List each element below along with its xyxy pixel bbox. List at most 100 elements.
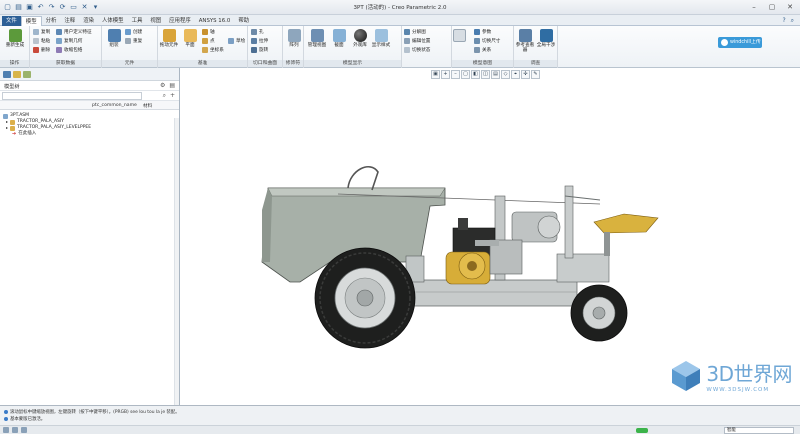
copy-button[interactable]: 复制 [33, 29, 50, 35]
global-interference-button[interactable]: 全局干涉 [535, 29, 557, 48]
column-header-material[interactable]: 材料 [143, 103, 152, 109]
axis-button[interactable]: 轴 [202, 29, 215, 35]
hole-button[interactable]: 孔 [251, 29, 264, 35]
tab-view[interactable]: 视图 [146, 16, 165, 26]
chassis-frame [411, 279, 578, 307]
tab-model[interactable]: 模型 [20, 16, 42, 26]
plane-button[interactable]: 平面 [179, 29, 201, 48]
cloud-upload-button[interactable]: windchill上传 [718, 37, 762, 48]
navigator-toggle-icon[interactable] [3, 427, 9, 433]
graphics-window[interactable]: ▣ + – ▢ ◧ ◫ ▤ ◇ ⌖ ✣ ✎ 3D世界网 WWW.3DSJW.CO… [181, 68, 800, 405]
sketch-button[interactable]: 草绘 [228, 38, 245, 44]
help-tools: ? ⌕ [782, 17, 794, 25]
tree-show-icon[interactable]: ▤ [169, 82, 175, 89]
copy-geometry-button[interactable]: 复制几何 [56, 38, 82, 44]
params-button[interactable]: 参数 [474, 29, 491, 35]
message-text: 滚动鼠标中键缩放视图，左键旋转（按下中键平移）。(PRGB) see lou t… [10, 410, 180, 415]
column-header-name[interactable]: ptc_common_name [92, 103, 137, 108]
binoculars-icon[interactable]: ⌕ [163, 92, 166, 100]
window-title: 3PT (活动的) - Creo Parametric 2.0 [353, 5, 447, 11]
front-hub [592, 306, 606, 320]
tab-ansys[interactable]: ANSYS 16.0 [195, 16, 235, 26]
group-label-operations: 操作 [0, 60, 29, 67]
ref-viewer-icon [518, 29, 532, 42]
tab-help[interactable]: 帮助 [234, 16, 253, 26]
revolve-button[interactable]: 旋转 [251, 47, 268, 53]
delete-button[interactable]: 删除 [33, 47, 50, 53]
tab-analysis[interactable]: 分析 [42, 16, 61, 26]
add-column-icon[interactable]: + [170, 92, 175, 100]
point-button[interactable]: 点 [202, 38, 215, 44]
repeat-button[interactable]: 重复 [125, 38, 142, 44]
tractor-model[interactable] [181, 68, 800, 405]
tree-search-input[interactable] [2, 92, 142, 100]
tab-applications[interactable]: 应用程序 [165, 16, 195, 26]
manage-views-button[interactable]: 管理视图 [306, 29, 328, 48]
regenerate-label: 重新生成 [5, 43, 25, 48]
extrude-button[interactable]: 拉伸 [251, 38, 268, 44]
explode-label: 分解图 [412, 30, 426, 35]
switch-dims-button[interactable]: 切换尺寸 [474, 38, 500, 44]
model-tree-tab-icon[interactable] [3, 71, 11, 78]
section-button[interactable]: 截面 [328, 29, 350, 48]
tree-tools: ⚙ ▤ [160, 82, 175, 89]
shrinkwrap-button[interactable]: 收缩包络 [56, 47, 82, 53]
relations-icon [474, 47, 480, 53]
selection-filter-dropdown[interactable]: 智能 [724, 427, 794, 434]
close-icon[interactable]: ✕ [784, 2, 796, 12]
toggle-status-icon [404, 47, 410, 53]
tab-render[interactable]: 渲染 [79, 16, 98, 26]
coord-button[interactable]: 坐标系 [202, 47, 224, 53]
folder-browser-icon[interactable] [13, 71, 21, 78]
group-explode: 分解图 编辑位置 切换状态 [402, 26, 452, 68]
tree-scrollbar[interactable] [174, 118, 179, 405]
ref-viewer-button[interactable]: 参考查看器 [514, 29, 536, 53]
group-model-intent: 参数 切换尺寸 关系 模型意图 [452, 26, 514, 68]
favorites-icon[interactable] [23, 71, 31, 78]
fullscreen-icon[interactable] [21, 427, 27, 433]
expand-icon[interactable]: ▸ [6, 125, 8, 131]
display-style-button[interactable]: 显示样式 [370, 29, 392, 48]
toggle-status-label: 切换状态 [412, 48, 431, 53]
browser-toggle-icon[interactable] [12, 427, 18, 433]
relations-button[interactable]: 关系 [474, 47, 491, 53]
engine-cover [458, 218, 468, 230]
drag-icon [162, 29, 176, 42]
tab-annotate[interactable]: 注释 [60, 16, 79, 26]
tree-item-insert-here[interactable]: ➔ 在此插入 [0, 131, 179, 137]
create-button[interactable]: 创建 [125, 29, 142, 35]
copy-geometry-label: 复制几何 [64, 39, 83, 44]
search-icons: ⌕ + [163, 92, 175, 100]
create-label: 创建 [133, 30, 143, 35]
user-feature-button[interactable]: 用户定义特征 [56, 29, 92, 35]
maximize-icon[interactable]: ▢ [766, 2, 778, 12]
drag-component-button[interactable]: 拖动元件 [158, 29, 180, 48]
appearance-button[interactable]: 外观库 [349, 29, 371, 48]
tab-file[interactable]: 文件 [2, 16, 21, 26]
coord-label: 坐标系 [210, 48, 224, 53]
toggle-status-button[interactable]: 切换状态 [404, 47, 430, 53]
seat-post [604, 232, 610, 256]
assemble-button[interactable]: 组装 [103, 29, 125, 48]
minimize-icon[interactable]: – [748, 2, 760, 12]
relations-big-button[interactable] [448, 29, 470, 43]
watermark-text: 3D世界网 WWW.3DSJW.COM [706, 358, 792, 393]
help-icon[interactable]: ? [782, 17, 785, 25]
manage-views-label: 管理视图 [307, 43, 327, 48]
assembly-icon [3, 113, 8, 119]
tab-manikin[interactable]: 人体模型 [98, 16, 128, 26]
create-icon [125, 29, 131, 35]
explode-button[interactable]: 分解图 [404, 29, 426, 35]
tree-settings-icon[interactable]: ⚙ [160, 82, 165, 89]
paste-button[interactable]: 粘贴 [33, 38, 50, 44]
tree-column-headers: ptc_common_name 材料 [0, 101, 179, 110]
pattern-button[interactable]: 阵列 [283, 29, 305, 48]
group-label-modifiers: 修饰符 [283, 60, 303, 67]
tab-tools[interactable]: 工具 [128, 16, 147, 26]
regenerate-button[interactable]: 重新生成 [4, 29, 26, 48]
views-icon [310, 29, 324, 42]
group-operations: 重新生成 操作 [0, 26, 30, 68]
info-icon [4, 417, 8, 421]
edit-position-button[interactable]: 编辑位置 [404, 38, 430, 44]
search-help-icon[interactable]: ⌕ [791, 17, 794, 25]
